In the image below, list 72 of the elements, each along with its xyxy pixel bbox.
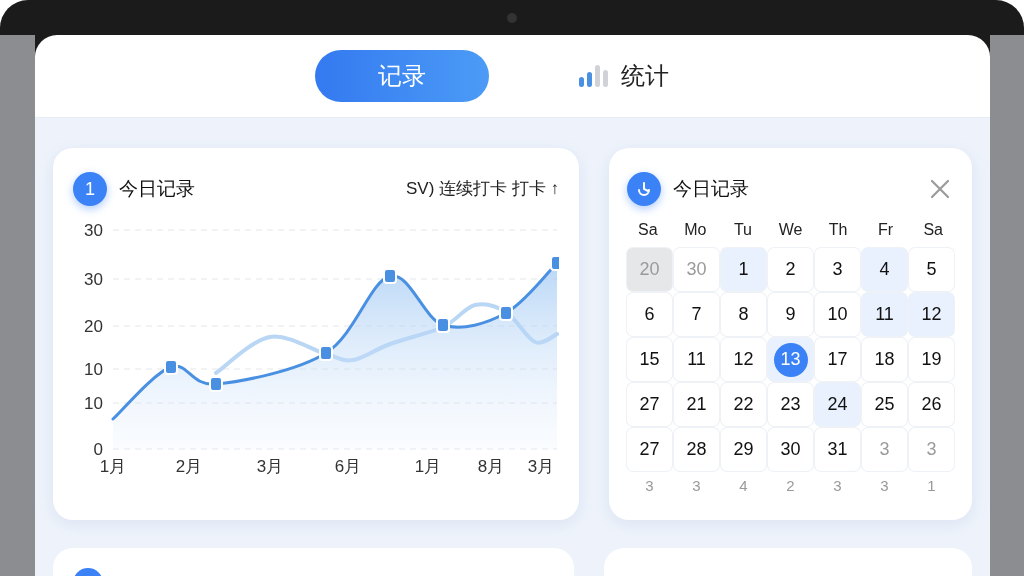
calendar-day[interactable]: 18: [862, 338, 907, 381]
weekday-label: Fr: [877, 220, 895, 240]
y-axis-label: 10: [84, 360, 103, 379]
x-axis-label: 1月: [99, 457, 127, 476]
calendar-day[interactable]: 19: [909, 338, 954, 381]
day-count: 3: [832, 476, 843, 496]
day-count: 3: [644, 476, 655, 496]
calendar-day[interactable]: 9: [768, 293, 813, 336]
card-title: 今日记录: [119, 176, 195, 201]
calendar-day[interactable]: 25: [862, 383, 907, 426]
data-point: [319, 345, 333, 361]
y-axis-label: 30: [84, 270, 103, 289]
calendar-day[interactable]: 11: [674, 338, 719, 381]
y-axis-label: 10: [84, 394, 103, 413]
x-axis-label: 8月: [477, 457, 505, 476]
calendar-day[interactable]: 1: [721, 248, 766, 291]
data-point: [436, 317, 450, 333]
calendar-day[interactable]: 11: [862, 293, 907, 336]
calendar-day[interactable]: 28: [674, 428, 719, 471]
data-point: [383, 268, 397, 284]
calendar-day[interactable]: 21: [674, 383, 719, 426]
calendar-day[interactable]: 29: [721, 428, 766, 471]
data-point: [499, 305, 513, 321]
calendar-day[interactable]: 7: [674, 293, 719, 336]
calendar-day[interactable]: 22: [721, 383, 766, 426]
day-count: 1: [926, 476, 937, 496]
calendar-day[interactable]: 6: [627, 293, 672, 336]
x-axis-label: 3月: [256, 457, 284, 476]
day-count: 4: [738, 476, 749, 496]
weekday-label: Sa: [922, 220, 944, 240]
calendar-day[interactable]: 5: [909, 248, 954, 291]
y-axis-label: 20: [84, 317, 103, 336]
day-count: 3: [691, 476, 702, 496]
calendar-day[interactable]: 23: [768, 383, 813, 426]
calendar-day[interactable]: 15: [627, 338, 672, 381]
y-axis-label: 30: [84, 221, 103, 240]
calendar-day[interactable]: 31: [815, 428, 860, 471]
calendar-day[interactable]: 2: [768, 248, 813, 291]
calendar-day[interactable]: 30: [768, 428, 813, 471]
streak-text: SV) 连续打卡 打卡 ↑: [406, 178, 559, 201]
weekday-label: Th: [827, 220, 849, 240]
y-axis-label: 0: [93, 440, 103, 459]
calendar-day[interactable]: 3: [815, 248, 860, 291]
calendar-day[interactable]: 27: [627, 383, 672, 426]
clock-badge-icon: [627, 172, 661, 206]
camera-icon: [507, 12, 517, 23]
data-point: [209, 376, 223, 392]
x-axis-label: 6月: [334, 457, 362, 476]
weekday-label: We: [777, 220, 804, 240]
calendar-day[interactable]: 4: [862, 248, 907, 291]
weekday-label: Tu: [732, 220, 753, 240]
card-title: 今日记录: [673, 176, 749, 201]
calendar-day[interactable]: 12: [721, 338, 766, 381]
close-icon[interactable]: [930, 179, 950, 199]
day-count: 3: [879, 476, 890, 496]
number-badge: 1: [73, 172, 107, 206]
x-axis-label: 3月: [527, 457, 555, 476]
weekday-label: Mo: [683, 220, 708, 240]
calendar-day[interactable]: 12: [909, 293, 954, 336]
tab[interactable]: 统计: [536, 50, 711, 102]
calendar-day[interactable]: 26: [909, 383, 954, 426]
day-count: 2: [785, 476, 796, 496]
x-axis-label: 1月: [414, 457, 442, 476]
weekday-label: Sa: [637, 220, 659, 240]
calendar-day[interactable]: 27: [627, 428, 672, 471]
data-point: [164, 359, 178, 375]
calendar-day[interactable]: 8: [721, 293, 766, 336]
calendar-day[interactable]: 10: [815, 293, 860, 336]
calendar-day[interactable]: 17: [815, 338, 860, 381]
x-axis-label: 2月: [175, 457, 203, 476]
calendar-day[interactable]: 24: [815, 383, 860, 426]
data-point: [550, 255, 559, 271]
